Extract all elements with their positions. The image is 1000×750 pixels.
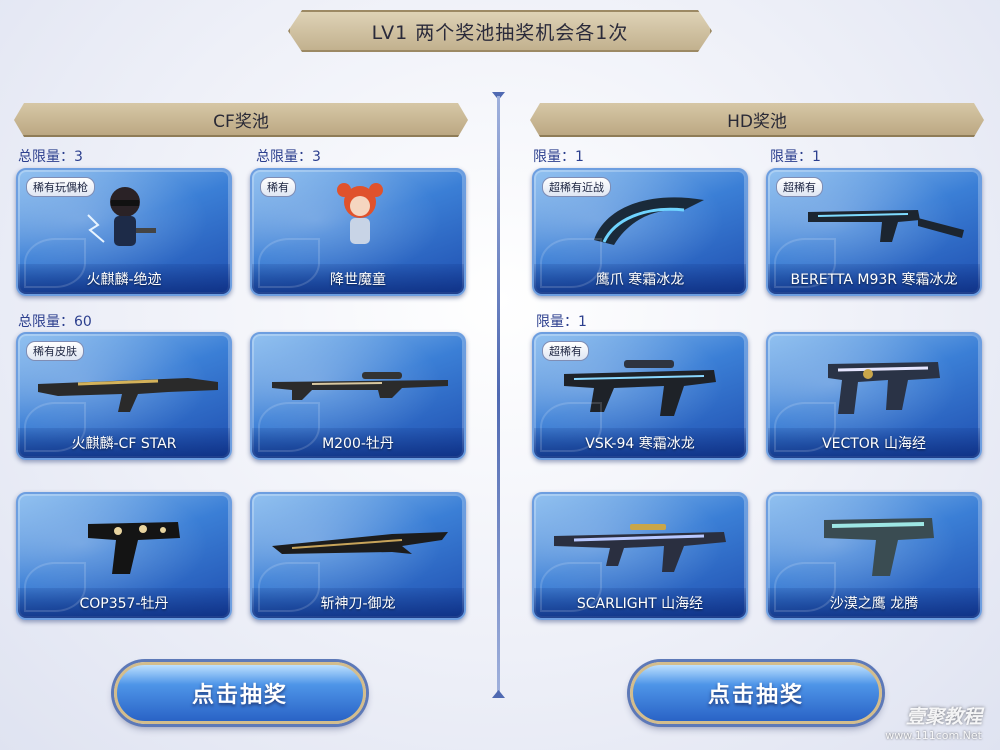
hd-limit-3: 限量：1 (536, 314, 587, 330)
watermark: 壹聚教程 www.111com.Net (885, 702, 982, 742)
prize-label: 降世魔童 (252, 264, 464, 294)
rarity-badge: 超稀有 (776, 177, 823, 197)
rarity-badge: 超稀有 (542, 341, 589, 361)
prize-label: 火麒麟-绝迹 (18, 264, 230, 294)
rarity-badge: 稀有皮肤 (26, 341, 84, 361)
rarity-badge: 稀有 (260, 177, 296, 197)
watermark-title: 壹聚教程 (905, 706, 982, 728)
prize-label: 鹰爪 寒霜冰龙 (534, 264, 746, 294)
prize-card-cop357-mudan[interactable]: COP357-牡丹 (16, 492, 232, 620)
prize-card-m200-mudan[interactable]: M200-牡丹 (250, 332, 466, 460)
prize-card-vsk94-hanshuang[interactable]: 超稀有 VSK-94 寒霜冰龙 (532, 332, 748, 460)
rarity-badge: 稀有玩偶枪 (26, 177, 95, 197)
prize-label: SCARLIGHT 山海经 (534, 588, 746, 618)
pistol-art (824, 518, 934, 576)
prize-label: M200-牡丹 (252, 428, 464, 458)
prize-card-huoqilin-cfstar[interactable]: 稀有皮肤 火麒麟-CF STAR (16, 332, 232, 460)
cf-limit-3: 总限量：60 (18, 314, 92, 330)
pistol-art (88, 522, 180, 574)
cf-limit-1: 总限量：3 (18, 149, 83, 165)
prize-card-vector-shanhaijing[interactable]: VECTOR 山海经 (766, 332, 982, 460)
prize-card-scarlight-shanhaijing[interactable]: SCARLIGHT 山海经 (532, 492, 748, 620)
prize-label: 沙漠之鹰 龙腾 (768, 588, 980, 618)
prize-card-yingzhao-hanshuang[interactable]: 超稀有近战 鹰爪 寒霜冰龙 (532, 168, 748, 296)
blade-art (272, 532, 448, 554)
prize-card-beretta-m93r[interactable]: 超稀有 BERETTA M93R 寒霜冰龙 (766, 168, 982, 296)
hd-pool-header: HD奖池 (530, 103, 984, 137)
sniper-rifle-art (272, 372, 448, 400)
cf-pool-header: CF奖池 (14, 103, 468, 137)
rarity-badge: 超稀有近战 (542, 177, 611, 197)
assault-rifle-art (554, 524, 726, 572)
cf-limit-2: 总限量：3 (256, 149, 321, 165)
prize-label: VECTOR 山海经 (768, 428, 980, 458)
hd-draw-button[interactable]: 点击抽奖 (630, 662, 882, 724)
prize-label: COP357-牡丹 (18, 588, 230, 618)
smg-art (828, 362, 940, 414)
prize-card-zhanshendao-yulong[interactable]: 斩神刀-御龙 (250, 492, 466, 620)
cf-draw-button[interactable]: 点击抽奖 (114, 662, 366, 724)
hd-pool-title: HD奖池 (727, 111, 787, 132)
pool-divider (497, 96, 500, 694)
watermark-url: www.111com.Net (885, 729, 982, 742)
page-title-text: LV1 两个奖池抽奖机会各1次 (371, 21, 629, 44)
prize-card-huoqilin-juji[interactable]: 稀有玩偶枪 火麒麟-绝迹 (16, 168, 232, 296)
prize-card-desert-eagle-longteng[interactable]: 沙漠之鹰 龙腾 (766, 492, 982, 620)
prize-label: BERETTA M93R 寒霜冰龙 (768, 264, 980, 294)
divider-cap-bottom (492, 690, 505, 698)
prize-label: VSK-94 寒霜冰龙 (534, 428, 746, 458)
hd-limit-2: 限量：1 (770, 149, 821, 165)
cf-pool-title: CF奖池 (213, 111, 269, 132)
page-title: LV1 两个奖池抽奖机会各1次 (288, 10, 712, 52)
prize-label: 斩神刀-御龙 (252, 588, 464, 618)
prize-label: 火麒麟-CF STAR (18, 428, 230, 458)
prize-card-jiangshi-motong[interactable]: 稀有 降世魔童 (250, 168, 466, 296)
hd-limit-1: 限量：1 (533, 149, 584, 165)
